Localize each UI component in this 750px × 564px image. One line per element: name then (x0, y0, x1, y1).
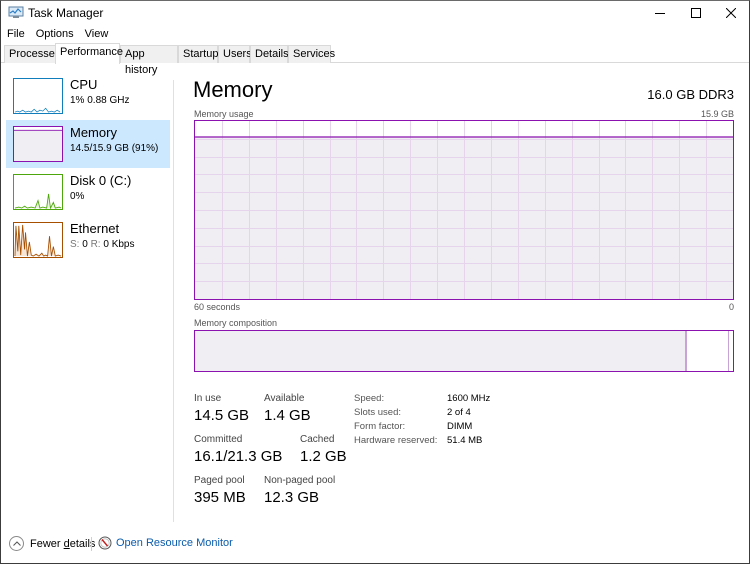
title-bar[interactable]: Task Manager (1, 1, 749, 25)
graph-time-axis-left: 60 seconds (194, 302, 241, 312)
paged-pool-label: Paged pool (194, 475, 245, 486)
graph-time-axis-right: 0 (728, 302, 734, 312)
footer: Fewer details Open Resource Monitor (1, 531, 749, 557)
available-label: Available (264, 393, 305, 404)
form-factor-label: Form factor: (354, 421, 406, 432)
fewer-details-prefix: Fewer (30, 537, 64, 550)
ethernet-thumbnail-graph (13, 222, 63, 258)
menu-file[interactable]: File (1, 26, 30, 42)
available-value: 1.4 GB (264, 407, 311, 424)
resource-monitor-icon (98, 536, 112, 550)
memory-usage-label: Memory usage (194, 109, 254, 119)
disk-subtitle: 0% (70, 191, 85, 202)
memory-usage-graph (194, 120, 734, 300)
memory-composition-bar[interactable] (194, 330, 734, 372)
composition-free-segment[interactable] (728, 331, 733, 371)
tab-services[interactable]: Services (288, 45, 335, 63)
performance-sidebar: CPU 1% 0.88 GHz Memory 14.5/15.9 GB (91%… (1, 64, 173, 524)
cpu-subtitle: 1% 0.88 GHz (70, 95, 130, 106)
non-paged-pool-label: Non-paged pool (264, 475, 336, 486)
close-icon (726, 8, 736, 18)
slots-used-value: 2 of 4 (447, 407, 471, 418)
page-title: Memory (193, 77, 273, 102)
tab-users[interactable]: Users (218, 45, 252, 63)
menu-view[interactable]: View (79, 26, 114, 42)
committed-label: Committed (194, 434, 243, 445)
ethernet-send-value: 0 (82, 239, 88, 250)
committed-value: 16.1/21.3 GB (194, 448, 283, 465)
sidebar-item-cpu[interactable]: CPU 1% 0.88 GHz (6, 72, 170, 120)
paged-pool-value: 395 MB (194, 489, 246, 506)
tab-app-history[interactable]: App history (120, 45, 178, 76)
sidebar-item-disk[interactable]: Disk 0 (C:) 0% (6, 168, 170, 216)
task-manager-app-icon (8, 6, 24, 18)
minimize-icon (655, 13, 665, 14)
cpu-thumbnail-graph (13, 78, 63, 114)
open-resource-monitor-label: Open Resource Monitor (116, 537, 233, 549)
cpu-title: CPU (70, 77, 98, 92)
composition-standby-segment[interactable] (688, 331, 728, 371)
non-paged-pool-value: 12.3 GB (264, 489, 320, 506)
fewer-details-button[interactable]: Fewer details (9, 536, 95, 551)
menu-options[interactable]: Options (30, 26, 79, 42)
sidebar-item-ethernet[interactable]: Ethernet S: 0 R: 0 Kbps (6, 216, 170, 264)
window-title: Task Manager (28, 6, 104, 20)
sidebar-item-memory[interactable]: Memory 14.5/15.9 GB (91%) (6, 120, 170, 168)
form-factor-value: DIMM (447, 421, 473, 432)
maximize-button[interactable] (678, 1, 714, 25)
tab-processes[interactable]: Processes (4, 45, 60, 63)
in-use-label: In use (194, 393, 222, 404)
open-resource-monitor-link[interactable]: Open Resource Monitor (98, 536, 233, 550)
disk-title: Disk 0 (C:) (70, 173, 132, 188)
tab-details[interactable]: Details (250, 45, 289, 63)
tab-bar: Processes Performance App history Startu… (1, 43, 749, 76)
composition-in-use-segment[interactable] (195, 331, 685, 371)
tab-performance[interactable]: Performance (55, 43, 123, 64)
memory-usage-svg (195, 121, 733, 299)
memory-subtitle: 14.5/15.9 GB (91%) (70, 143, 159, 154)
disk-thumbnail-graph (13, 174, 63, 210)
sidebar-divider (173, 80, 174, 522)
minimize-button[interactable] (642, 1, 678, 25)
memory-usage-max: 15.9 GB (700, 109, 734, 119)
ethernet-receive-label: R: (90, 239, 101, 250)
hardware-reserved-value: 51.4 MB (447, 435, 483, 446)
memory-thumbnail-graph (13, 126, 63, 162)
menu-bar: File Options View (1, 26, 113, 42)
ethernet-receive-value: 0 Kbps (103, 239, 135, 250)
hardware-reserved-label: Hardware reserved: (354, 435, 438, 446)
memory-title: Memory (70, 125, 117, 140)
in-use-value: 14.5 GB (194, 407, 250, 424)
memory-spec: 16.0 GB DDR3 (647, 87, 734, 102)
speed-label: Speed: (354, 393, 385, 404)
memory-composition-label: Memory composition (194, 318, 278, 328)
maximize-icon (691, 8, 701, 18)
ethernet-subtitle: S: 0 R: 0 Kbps (70, 239, 135, 250)
fewer-details-label: Fewer details (30, 538, 95, 550)
cached-value: 1.2 GB (300, 448, 347, 465)
tab-startup[interactable]: Startup (178, 45, 218, 63)
cached-label: Cached (300, 434, 335, 445)
ethernet-send-label: S: (70, 239, 80, 250)
chevron-up-circle-icon (9, 536, 24, 551)
ethernet-title: Ethernet (70, 221, 120, 236)
speed-value: 1600 MHz (447, 393, 491, 404)
footer-divider (91, 537, 92, 551)
task-manager-window: Task Manager File Options View Processes… (0, 0, 750, 564)
slots-used-label: Slots used: (354, 407, 401, 418)
close-button[interactable] (713, 1, 749, 25)
